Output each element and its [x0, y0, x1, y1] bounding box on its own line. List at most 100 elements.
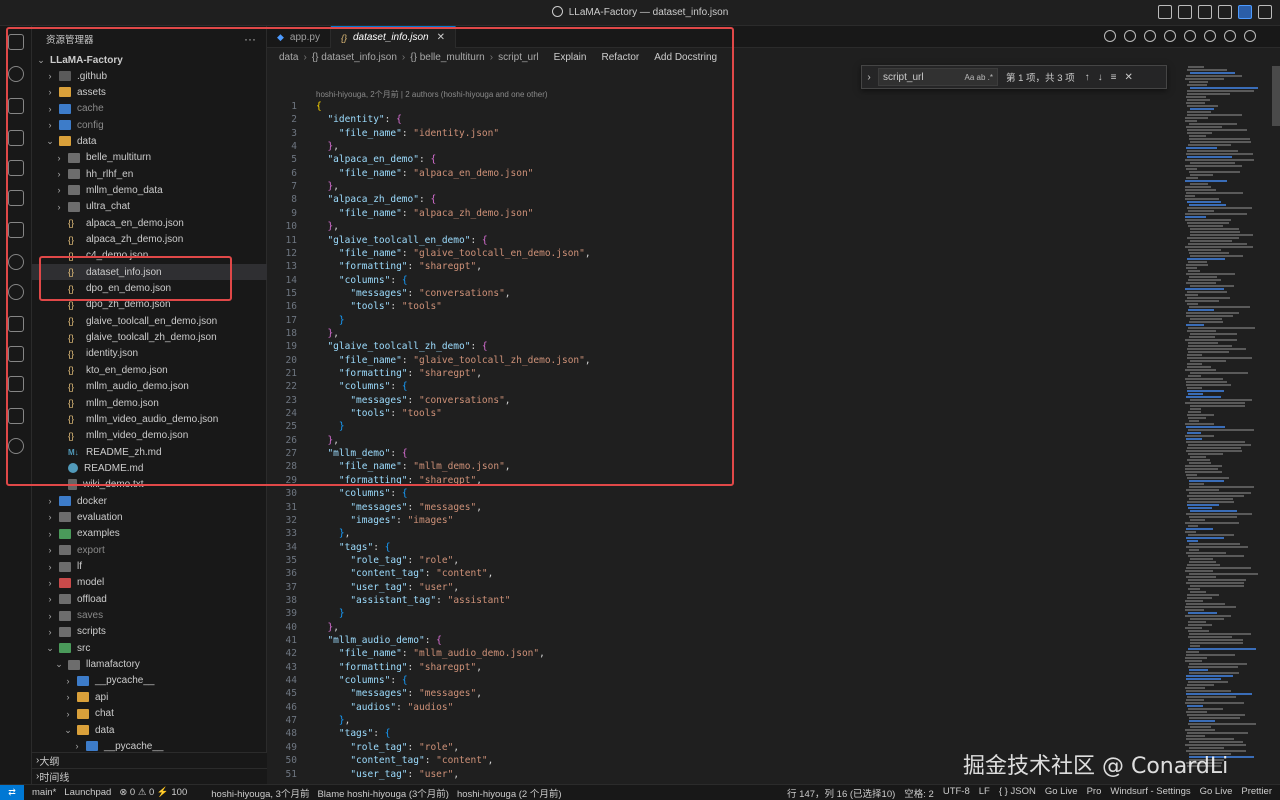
- tree-file[interactable]: {} glaive_toolcall_zh_demo.json: [32, 330, 267, 346]
- breadcrumb-item[interactable]: {} belle_multiturn: [410, 52, 485, 63]
- tree-folder[interactable]: › chat: [32, 706, 267, 722]
- author-status[interactable]: hoshi-hiyouga (2 个月前): [457, 786, 562, 800]
- tree-folder[interactable]: ⌄ data: [32, 722, 267, 738]
- tree-folder[interactable]: › model: [32, 575, 267, 591]
- vertical-scrollbar[interactable]: [1272, 66, 1280, 126]
- close-icon[interactable]: ✕: [1124, 72, 1132, 83]
- tree-file[interactable]: M↓ README_zh.md: [32, 444, 267, 460]
- tree-folder[interactable]: › .github: [32, 68, 267, 84]
- breadcrumb-item[interactable]: data: [279, 52, 298, 63]
- tree-folder[interactable]: › config: [32, 117, 267, 133]
- tree-folder[interactable]: › offload: [32, 591, 267, 607]
- account-icon[interactable]: [1258, 5, 1272, 19]
- previous-match-icon[interactable]: ↑: [1085, 72, 1090, 83]
- breadcrumb-item[interactable]: {} dataset_info.json: [312, 52, 397, 63]
- tree-root[interactable]: ⌄ LLaMA-Factory: [32, 52, 267, 68]
- tree-folder[interactable]: › examples: [32, 526, 267, 542]
- search-icon[interactable]: [8, 66, 24, 82]
- extensions-icon[interactable]: [8, 190, 24, 206]
- copilot-icon[interactable]: [1238, 5, 1252, 19]
- blame-status[interactable]: hoshi-hiyouga, 3个月前: [211, 786, 309, 800]
- find-input[interactable]: script_url Aa ab .*: [878, 68, 998, 86]
- compare-changes-icon[interactable]: [1144, 30, 1156, 42]
- windows-icon[interactable]: [8, 346, 24, 362]
- tree-folder[interactable]: ⌄ data: [32, 133, 267, 149]
- git-branch[interactable]: main*: [32, 787, 56, 798]
- split-editor-icon[interactable]: [1224, 30, 1236, 42]
- language-mode[interactable]: { } JSON: [999, 786, 1036, 800]
- next-match-icon[interactable]: ↓: [1098, 72, 1103, 83]
- windsurf-settings[interactable]: Windsurf - Settings: [1110, 786, 1190, 800]
- tree-file[interactable]: {} mllm_demo.json: [32, 395, 267, 411]
- tree-folder[interactable]: ⌄ src: [32, 640, 267, 656]
- mobile-icon[interactable]: [8, 376, 24, 392]
- tree-folder[interactable]: › cache: [32, 101, 267, 117]
- encoding[interactable]: UTF-8: [943, 786, 970, 800]
- tree-folder[interactable]: › saves: [32, 608, 267, 624]
- tree-folder[interactable]: › mllm_demo_data: [32, 182, 267, 198]
- tree-file[interactable]: {} identity.json: [32, 346, 267, 362]
- run-debug-icon[interactable]: [8, 130, 24, 146]
- outline-section[interactable]: › 大纲: [32, 752, 267, 768]
- tree-folder[interactable]: › evaluation: [32, 509, 267, 525]
- prettier-status[interactable]: Prettier: [1241, 786, 1272, 800]
- tree-folder[interactable]: › lf: [32, 559, 267, 575]
- timeline-section[interactable]: › 时间线: [32, 768, 267, 784]
- preview-icon[interactable]: [1124, 30, 1136, 42]
- triangle-icon[interactable]: [8, 408, 24, 424]
- blame-detail[interactable]: Blame hoshi-hiyouga (3个月前): [317, 786, 448, 800]
- more-icon[interactable]: [1244, 30, 1256, 42]
- explain-codelens[interactable]: Explain: [554, 52, 587, 63]
- tree-file[interactable]: {} dataset_info.json: [32, 264, 267, 281]
- tree-folder[interactable]: › __pycache__: [32, 673, 267, 689]
- tree-file[interactable]: wiki_demo.txt: [32, 477, 267, 493]
- tree-folder[interactable]: › api: [32, 689, 267, 705]
- tree-file[interactable]: {} mllm_audio_demo.json: [32, 379, 267, 395]
- tree-file[interactable]: {} alpaca_zh_demo.json: [32, 232, 267, 248]
- tree-file[interactable]: {} glaive_toolcall_en_demo.json: [32, 313, 267, 329]
- end-of-line[interactable]: LF: [979, 786, 990, 800]
- launchpad[interactable]: Launchpad: [64, 787, 111, 798]
- tab-dataset-info[interactable]: {} dataset_info.json ✕: [330, 26, 456, 48]
- tree-folder[interactable]: › belle_multiturn: [32, 150, 267, 166]
- source-control-icon[interactable]: [8, 98, 24, 114]
- breadcrumb-item[interactable]: script_url: [498, 52, 539, 63]
- problems-count[interactable]: ⊗ 0 ⚠ 0 ⚡ 100: [119, 787, 187, 798]
- tree-folder[interactable]: › docker: [32, 493, 267, 509]
- customize-layout-icon[interactable]: [1158, 5, 1172, 19]
- tree-folder[interactable]: ⌄ llamafactory: [32, 657, 267, 673]
- tree-file[interactable]: {} mllm_video_demo.json: [32, 428, 267, 444]
- tree-file[interactable]: {} alpaca_en_demo.json: [32, 215, 267, 231]
- minimap[interactable]: [1183, 66, 1273, 784]
- database-icon[interactable]: [8, 316, 24, 332]
- close-icon[interactable]: ✕: [437, 32, 445, 43]
- pro-badge[interactable]: Pro: [1087, 786, 1102, 800]
- find-in-selection-icon[interactable]: ≡: [1111, 72, 1117, 83]
- settings-gear-icon[interactable]: [8, 438, 24, 454]
- explorer-icon[interactable]: [8, 34, 24, 50]
- remote-explorer-icon[interactable]: [8, 160, 24, 176]
- gear-icon[interactable]: [1104, 30, 1116, 42]
- docker-icon[interactable]: [8, 284, 24, 300]
- tree-file[interactable]: {} dpo_en_demo.json: [32, 281, 267, 297]
- gitlens-icon[interactable]: [8, 254, 24, 270]
- add-docstring-codelens[interactable]: Add Docstring: [654, 52, 717, 63]
- blame-codelens[interactable]: hoshi-hiyouga, 2个月前 | 2 authors (hoshi-h…: [316, 89, 548, 100]
- tree-file[interactable]: {} c4_demo.json: [32, 248, 267, 264]
- tree-folder[interactable]: › export: [32, 542, 267, 558]
- next-change-icon[interactable]: [1184, 30, 1196, 42]
- tab-app-py[interactable]: ◆ app.py: [267, 26, 331, 48]
- tree-file[interactable]: {} dpo_zh_demo.json: [32, 297, 267, 313]
- remote-indicator[interactable]: ⇄: [0, 784, 24, 800]
- window-title-area[interactable]: LLaMA-Factory — dataset_info.json: [0, 6, 1280, 18]
- find-options[interactable]: Aa ab .*: [965, 73, 993, 82]
- go-live-button-2[interactable]: Go Live: [1200, 786, 1233, 800]
- gitlens-action-icon[interactable]: [1204, 30, 1216, 42]
- toggle-panel-icon[interactable]: [1198, 5, 1212, 19]
- tree-file[interactable]: {} kto_en_demo.json: [32, 362, 267, 378]
- go-live-button[interactable]: Go Live: [1045, 786, 1078, 800]
- more-actions-icon[interactable]: ···: [244, 32, 256, 46]
- tree-folder[interactable]: › scripts: [32, 624, 267, 640]
- tree-file[interactable]: README.md: [32, 460, 267, 476]
- toggle-replace-icon[interactable]: ›: [862, 72, 876, 83]
